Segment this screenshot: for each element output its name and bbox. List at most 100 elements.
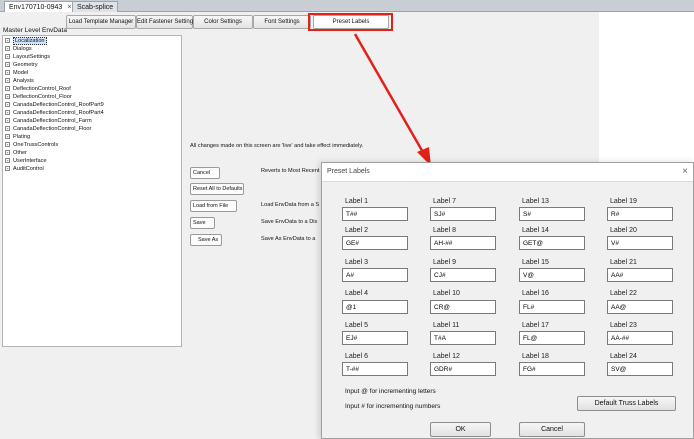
tree-item-other[interactable]: + Other	[5, 150, 27, 157]
expand-icon[interactable]: +	[5, 158, 10, 164]
expand-icon[interactable]: +	[5, 150, 10, 156]
label-1-caption: Label 1	[345, 198, 368, 205]
label-9-input[interactable]	[430, 268, 496, 282]
expand-icon[interactable]: +	[5, 142, 10, 148]
expand-icon[interactable]: +	[5, 54, 10, 60]
label-6-input[interactable]	[342, 362, 408, 376]
master-level-label: Master Level EnvData	[3, 27, 67, 34]
tree-item-plating[interactable]: + Plating	[5, 134, 30, 141]
label-17-caption: Label 17	[522, 322, 549, 329]
label-15-input[interactable]	[519, 268, 585, 282]
expand-icon[interactable]: +	[5, 62, 10, 68]
expand-icon[interactable]: +	[5, 78, 10, 84]
tree-item-canada-farm[interactable]: + CanadaDeflectionControl_Farm	[5, 118, 92, 125]
label-22-input[interactable]	[607, 300, 673, 314]
label-5-input[interactable]	[342, 331, 408, 345]
label-11-input[interactable]	[430, 331, 496, 345]
cancel-description: Reverts to Most Recent	[261, 168, 320, 174]
save-description: Save EnvData to a Dis	[261, 219, 318, 225]
tree-item-label: Localization	[13, 37, 47, 45]
tree-item-dialogs[interactable]: + Dialogs	[5, 46, 32, 53]
label-10-caption: Label 10	[433, 290, 460, 297]
label-13-input[interactable]	[519, 207, 585, 221]
label-16-input[interactable]	[519, 300, 585, 314]
label-17-input[interactable]	[519, 331, 585, 345]
expand-icon[interactable]: +	[5, 166, 10, 172]
label-20-input[interactable]	[607, 236, 673, 250]
label-8-input[interactable]	[430, 236, 496, 250]
envdata-tree[interactable]: + Localization + Dialogs + LayoutSettings +…	[2, 35, 182, 347]
label-7-input[interactable]	[430, 207, 496, 221]
empty-area	[599, 12, 694, 162]
expand-icon[interactable]: +	[5, 70, 10, 76]
tree-item-deflection-floor[interactable]: + DeflectionControl_Floor	[5, 94, 72, 101]
tree-item-geometry[interactable]: + Geometry	[5, 62, 38, 69]
tree-item-label: DeflectionControl_Floor	[13, 94, 72, 100]
label-2-input[interactable]	[342, 236, 408, 250]
label-14-input[interactable]	[519, 236, 585, 250]
label-21-input[interactable]	[607, 268, 673, 282]
font-settings-button[interactable]: Font Settings	[253, 15, 311, 29]
tree-item-localization[interactable]: + Localization	[5, 37, 47, 45]
close-tab-icon[interactable]: ×	[67, 4, 71, 11]
reset-defaults-button[interactable]: Reset All to Defaults	[190, 183, 244, 195]
label-3-input[interactable]	[342, 268, 408, 282]
expand-icon[interactable]: +	[5, 102, 10, 108]
tree-item-onetrusscontrols[interactable]: + OneTrussControls	[5, 142, 58, 149]
label-24-input[interactable]	[607, 362, 673, 376]
label-23-input[interactable]	[607, 331, 673, 345]
label-12-input[interactable]	[430, 362, 496, 376]
label-6-caption: Label 6	[345, 353, 368, 360]
tree-item-label: CanadaDeflectionControl_RoofPart4	[13, 110, 104, 116]
ok-button[interactable]: OK	[430, 422, 491, 437]
tree-item-analysis[interactable]: + Analysis	[5, 78, 34, 85]
tree-item-layoutsettings[interactable]: + LayoutSettings	[5, 54, 50, 61]
expand-icon[interactable]: +	[5, 38, 10, 44]
load-from-file-button[interactable]: Load from File	[190, 200, 237, 212]
save-button[interactable]: Save	[190, 217, 215, 229]
label-4-input[interactable]	[342, 300, 408, 314]
expand-icon[interactable]: +	[5, 134, 10, 140]
expand-icon[interactable]: +	[5, 94, 10, 100]
expand-icon[interactable]: +	[5, 110, 10, 116]
tree-item-canada-floor[interactable]: + CanadaDeflectionControl_Floor	[5, 126, 91, 133]
label-24-caption: Label 24	[610, 353, 637, 360]
label-14-caption: Label 14	[522, 227, 549, 234]
tree-item-label: Plating	[13, 134, 31, 140]
tree-item-userinterface[interactable]: + UserInterface	[5, 158, 47, 165]
load-template-manager-button[interactable]: Load Template Manager	[66, 15, 136, 29]
cancel-button[interactable]: Cancel	[519, 422, 585, 437]
document-tab-bar: Env170710-0943 × Scab-splice	[0, 0, 694, 12]
tree-item-canada-roof-part9[interactable]: + CanadaDeflectionControl_RoofPart9	[5, 102, 104, 109]
tree-item-auditcontrol[interactable]: + AuditControl	[5, 166, 44, 173]
tree-item-model[interactable]: + Model	[5, 70, 28, 77]
expand-icon[interactable]: +	[5, 46, 10, 52]
tree-item-label: UserInterface	[13, 158, 47, 164]
doc-tab-env[interactable]: Env170710-0943 ×	[4, 1, 77, 12]
default-truss-labels-button[interactable]: Default Truss Labels	[577, 396, 676, 411]
expand-icon[interactable]: +	[5, 126, 10, 132]
label-18-input[interactable]	[519, 362, 585, 376]
tree-item-deflection-roof[interactable]: + DeflectionControl_Roof	[5, 86, 71, 93]
expand-icon[interactable]: +	[5, 86, 10, 92]
save-as-button[interactable]: Save As	[190, 234, 222, 246]
doc-tab-scab-splice[interactable]: Scab-splice	[72, 1, 119, 12]
label-19-input[interactable]	[607, 207, 673, 221]
label-19-caption: Label 19	[610, 198, 637, 205]
annotation-highlight-box	[308, 13, 393, 31]
load-description: Load EnvData from a S	[261, 202, 320, 208]
label-7-caption: Label 7	[433, 198, 456, 205]
tree-item-label: AuditControl	[13, 166, 44, 172]
expand-icon[interactable]: +	[5, 118, 10, 124]
label-18-caption: Label 18	[522, 353, 549, 360]
color-settings-button[interactable]: Color Settings	[193, 15, 253, 29]
label-1-input[interactable]	[342, 207, 408, 221]
label-10-input[interactable]	[430, 300, 496, 314]
tree-item-canada-roof-part4[interactable]: + CanadaDeflectionControl_RoofPart4	[5, 110, 104, 117]
cancel-changes-button[interactable]: Cancel	[190, 167, 220, 179]
label-4-caption: Label 4	[345, 290, 368, 297]
label-3-caption: Label 3	[345, 259, 368, 266]
close-icon[interactable]: ×	[682, 166, 688, 177]
tree-item-label: Geometry	[13, 62, 38, 68]
edit-fastener-settings-button[interactable]: Edit Fastener Settings	[136, 15, 196, 29]
